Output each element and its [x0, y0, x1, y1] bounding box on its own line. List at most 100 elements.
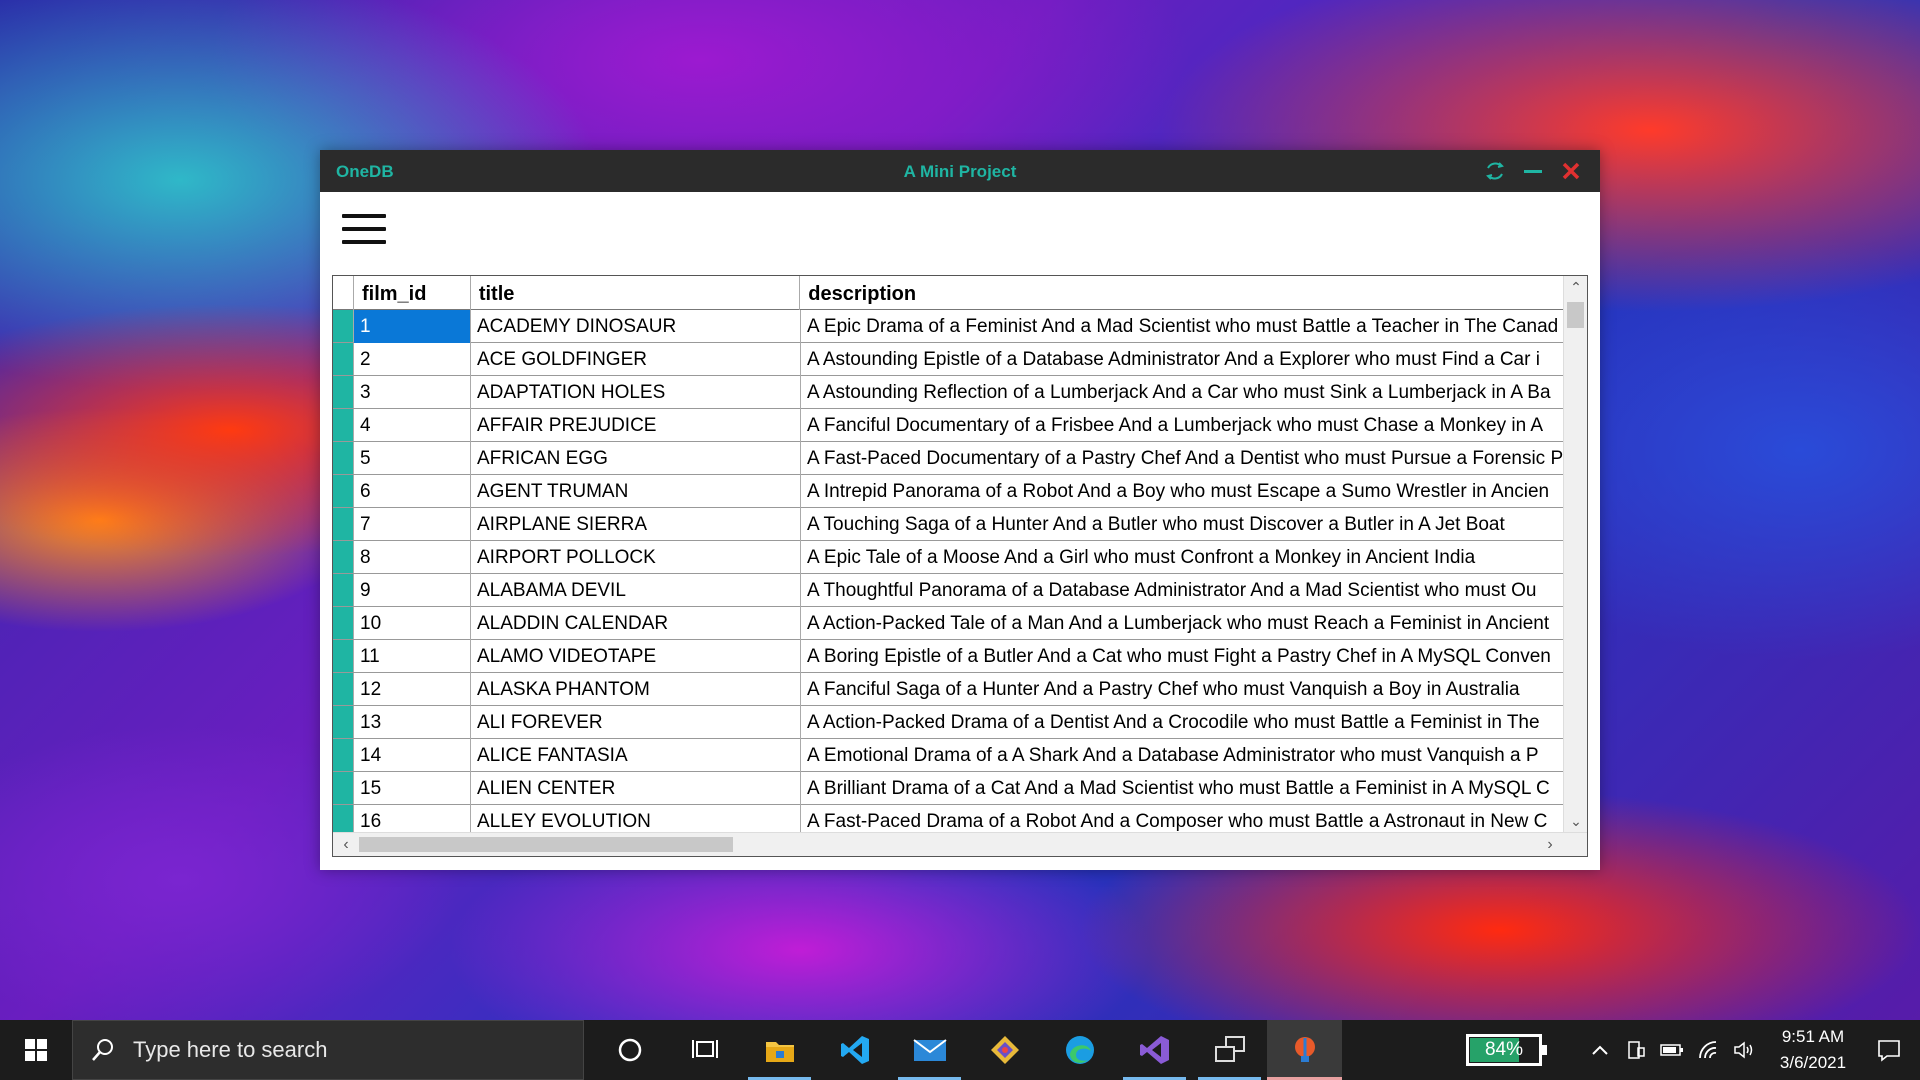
- cell-film-id[interactable]: 15: [354, 772, 471, 805]
- cell-description[interactable]: A Fanciful Documentary of a Frisbee And …: [801, 409, 1563, 442]
- title-bar[interactable]: OneDB A Mini Project: [320, 150, 1600, 192]
- scroll-right-icon[interactable]: ›: [1539, 833, 1561, 856]
- row-header[interactable]: [333, 541, 354, 573]
- row-header[interactable]: [333, 772, 354, 804]
- cell-film-id[interactable]: 12: [354, 673, 471, 706]
- table-row[interactable]: 10 ALADDIN CALENDAR A Action-Packed Tale o…: [333, 607, 1563, 640]
- table-row[interactable]: 15 ALIEN CENTER A Brilliant Drama of a Cat…: [333, 772, 1563, 805]
- cell-description[interactable]: A Emotional Drama of a A Shark And a Dat…: [801, 739, 1563, 772]
- mail-button[interactable]: [892, 1020, 967, 1080]
- row-header[interactable]: [333, 607, 354, 639]
- cell-film-id[interactable]: 14: [354, 739, 471, 772]
- table-row[interactable]: 11 ALAMO VIDEOTAPE A Boring Epistle of a B…: [333, 640, 1563, 673]
- cell-title[interactable]: AIRPORT POLLOCK: [471, 541, 801, 574]
- row-header[interactable]: [333, 310, 354, 342]
- cell-description[interactable]: A Action-Packed Drama of a Dentist And a…: [801, 706, 1563, 739]
- cell-description[interactable]: A Boring Epistle of a Butler And a Cat w…: [801, 640, 1563, 673]
- cell-film-id[interactable]: 6: [354, 475, 471, 508]
- task-view-button[interactable]: [667, 1020, 742, 1080]
- cell-title[interactable]: ALLEY EVOLUTION: [471, 805, 801, 832]
- clock[interactable]: 9:51 AM 3/6/2021: [1768, 1024, 1858, 1076]
- device-tray-button[interactable]: [1618, 1020, 1654, 1080]
- cell-film-id[interactable]: 5: [354, 442, 471, 475]
- row-header[interactable]: [333, 640, 354, 672]
- row-header[interactable]: [333, 673, 354, 705]
- cell-description[interactable]: A Astounding Reflection of a Lumberjack …: [801, 376, 1563, 409]
- start-button[interactable]: [0, 1020, 72, 1080]
- cell-film-id[interactable]: 4: [354, 409, 471, 442]
- grid-corner[interactable]: [333, 276, 354, 310]
- visual-studio-button[interactable]: [1117, 1020, 1192, 1080]
- cell-title[interactable]: ACE GOLDFINGER: [471, 343, 801, 376]
- cell-description[interactable]: A Fast-Paced Drama of a Robot And a Comp…: [801, 805, 1563, 832]
- cell-description[interactable]: A Action-Packed Tale of a Man And a Lumb…: [801, 607, 1563, 640]
- cell-description[interactable]: A Thoughtful Panorama of a Database Admi…: [801, 574, 1563, 607]
- battery-tray-button[interactable]: [1654, 1020, 1690, 1080]
- horizontal-scrollbar[interactable]: ‹ ›: [333, 832, 1587, 856]
- show-hidden-icons-button[interactable]: [1582, 1020, 1618, 1080]
- cell-title[interactable]: ADAPTATION HOLES: [471, 376, 801, 409]
- cell-title[interactable]: ACADEMY DINOSAUR: [471, 310, 801, 343]
- cell-film-id[interactable]: 10: [354, 607, 471, 640]
- cell-title[interactable]: AIRPLANE SIERRA: [471, 508, 801, 541]
- table-row[interactable]: 3 ADAPTATION HOLES A Astounding Reflection…: [333, 376, 1563, 409]
- table-row[interactable]: 8 AIRPORT POLLOCK A Epic Tale of a Moose A…: [333, 541, 1563, 574]
- table-row[interactable]: 9 ALABAMA DEVIL A Thoughtful Panorama of a…: [333, 574, 1563, 607]
- table-row[interactable]: 12 ALASKA PHANTOM A Fanciful Saga of a Hun…: [333, 673, 1563, 706]
- scroll-down-icon[interactable]: ⌄: [1564, 810, 1587, 832]
- data-grid[interactable]: film_id title description 1 ACADEMY DINOS…: [332, 275, 1588, 857]
- cell-description[interactable]: A Epic Drama of a Feminist And a Mad Sci…: [801, 310, 1563, 343]
- taskbar-search-box[interactable]: Type here to search: [72, 1020, 584, 1080]
- cell-film-id[interactable]: 1: [354, 310, 471, 343]
- minimize-button[interactable]: [1520, 158, 1546, 184]
- table-row[interactable]: 7 AIRPLANE SIERRA A Touching Saga of a Hun…: [333, 508, 1563, 541]
- cell-title[interactable]: AFFAIR PREJUDICE: [471, 409, 801, 442]
- cell-description[interactable]: A Fanciful Saga of a Hunter And a Pastry…: [801, 673, 1563, 706]
- cell-description[interactable]: A Fast-Paced Documentary of a Pastry Che…: [801, 442, 1563, 475]
- vscode-button[interactable]: [817, 1020, 892, 1080]
- action-center-button[interactable]: [1858, 1020, 1920, 1080]
- wifi-button[interactable]: [1690, 1020, 1726, 1080]
- cell-film-id[interactable]: 9: [354, 574, 471, 607]
- row-header[interactable]: [333, 409, 354, 441]
- edge-button[interactable]: [1042, 1020, 1117, 1080]
- column-header-description[interactable]: description: [800, 276, 1563, 310]
- vertical-scroll-thumb[interactable]: [1567, 302, 1584, 328]
- horizontal-scroll-thumb[interactable]: [359, 837, 733, 852]
- cell-title[interactable]: AGENT TRUMAN: [471, 475, 801, 508]
- cell-title[interactable]: ALASKA PHANTOM: [471, 673, 801, 706]
- file-explorer-button[interactable]: [742, 1020, 817, 1080]
- cell-film-id[interactable]: 8: [354, 541, 471, 574]
- cell-description[interactable]: A Brilliant Drama of a Cat And a Mad Sci…: [801, 772, 1563, 805]
- refresh-button[interactable]: [1482, 158, 1508, 184]
- table-row[interactable]: 6 AGENT TRUMAN A Intrepid Panorama of a Ro…: [333, 475, 1563, 508]
- row-header[interactable]: [333, 706, 354, 738]
- row-header[interactable]: [333, 442, 354, 474]
- active-app-button[interactable]: [1267, 1020, 1342, 1080]
- cell-title[interactable]: ALABAMA DEVIL: [471, 574, 801, 607]
- row-header[interactable]: [333, 805, 354, 832]
- cell-film-id[interactable]: 11: [354, 640, 471, 673]
- close-button[interactable]: [1558, 158, 1584, 184]
- table-row[interactable]: 14 ALICE FANTASIA A Emotional Drama of a A…: [333, 739, 1563, 772]
- cell-title[interactable]: ALADDIN CALENDAR: [471, 607, 801, 640]
- cell-film-id[interactable]: 13: [354, 706, 471, 739]
- cell-film-id[interactable]: 7: [354, 508, 471, 541]
- cell-title[interactable]: ALI FOREVER: [471, 706, 801, 739]
- table-row[interactable]: 2 ACE GOLDFINGER A Astounding Epistle of a…: [333, 343, 1563, 376]
- table-row[interactable]: 16 ALLEY EVOLUTION A Fast-Paced Drama of a…: [333, 805, 1563, 832]
- cell-title[interactable]: ALIEN CENTER: [471, 772, 801, 805]
- row-header[interactable]: [333, 376, 354, 408]
- cell-description[interactable]: A Epic Tale of a Moose And a Girl who mu…: [801, 541, 1563, 574]
- battery-meter[interactable]: 84%: [1466, 1034, 1547, 1066]
- row-header[interactable]: [333, 739, 354, 771]
- table-row[interactable]: 13 ALI FOREVER A Action-Packed Drama of a …: [333, 706, 1563, 739]
- cell-film-id[interactable]: 16: [354, 805, 471, 832]
- column-header-film-id[interactable]: film_id: [354, 276, 471, 310]
- cell-title[interactable]: ALICE FANTASIA: [471, 739, 801, 772]
- row-header[interactable]: [333, 574, 354, 606]
- scroll-left-icon[interactable]: ‹: [335, 833, 357, 856]
- cell-title[interactable]: AFRICAN EGG: [471, 442, 801, 475]
- volume-button[interactable]: [1726, 1020, 1762, 1080]
- scroll-up-icon[interactable]: ⌃: [1564, 276, 1587, 298]
